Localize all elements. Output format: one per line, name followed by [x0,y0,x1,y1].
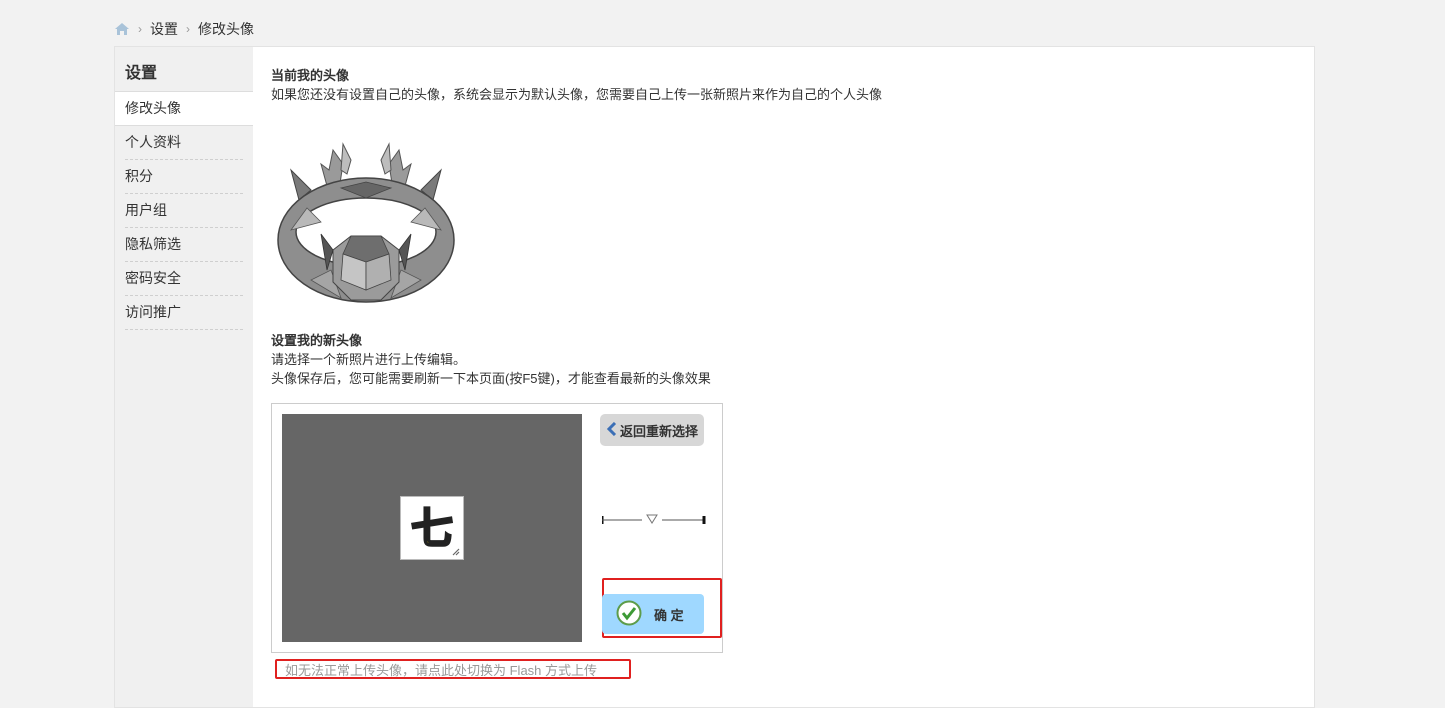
current-avatar-description: 如果您还没有设置自己的头像，系统会显示为默认头像，您需要自己上传一张新照片来作为… [271,87,883,102]
zoom-slider[interactable] [600,512,706,528]
new-avatar-instruction: 请选择一个新照片进行上传编辑。 [271,352,467,367]
confirm-button-label: 确 定 [654,607,684,623]
crop-area[interactable]: 七 [282,414,582,642]
resize-handle-icon [452,548,460,556]
sidebar: 设置 修改头像 个人资料 积分 用户组 隐私筛选 密码安全 访问推广 [115,47,253,707]
settings-panel: 设置 修改头像 个人资料 积分 用户组 隐私筛选 密码安全 访问推广 当前我的头… [114,46,1315,708]
breadcrumb-item-change-avatar[interactable]: 修改头像 [198,19,254,39]
sidebar-item-password[interactable]: 密码安全 [125,262,243,296]
main-content: 当前我的头像 如果您还没有设置自己的头像，系统会显示为默认头像，您需要自己上传一… [271,67,1271,679]
new-avatar-refresh-note: 头像保存后，您可能需要刷新一下本页面(按F5键)，才能查看最新的头像效果 [271,371,711,386]
current-avatar-image [271,130,461,320]
avatar-editor: 七 返回重新选择 确 定 [271,403,723,653]
breadcrumb: › 设置 › 修改头像 [114,18,254,40]
crop-selection[interactable]: 七 [400,496,464,560]
sidebar-item-profile[interactable]: 个人资料 [125,126,243,160]
breadcrumb-item-settings[interactable]: 设置 [150,19,178,39]
home-icon[interactable] [114,22,130,36]
sidebar-item-promotion[interactable]: 访问推广 [125,296,243,330]
confirm-button[interactable]: 确 定 [602,594,704,634]
sidebar-title: 设置 [125,65,158,82]
current-avatar-heading: 当前我的头像 [271,68,350,83]
sidebar-item-points[interactable]: 积分 [125,160,243,194]
sidebar-item-usergroup[interactable]: 用户组 [125,194,243,228]
chevron-left-icon [606,421,618,439]
slider-handle-icon [646,514,658,524]
switch-to-flash-link[interactable]: 如无法正常上传头像，请点此处切换为 Flash 方式上传 [275,659,631,679]
breadcrumb-separator: › [186,22,190,36]
breadcrumb-separator: › [138,22,142,36]
new-avatar-section: 设置我的新头像 请选择一个新照片进行上传编辑。 头像保存后，您可能需要刷新一下本… [271,332,711,388]
reselect-button[interactable]: 返回重新选择 [600,414,704,446]
check-circle-icon [616,600,642,629]
new-avatar-heading: 设置我的新头像 [271,333,363,348]
reselect-button-label: 返回重新选择 [620,423,699,439]
sidebar-item-privacy[interactable]: 隐私筛选 [125,228,243,262]
sidebar-item-change-avatar[interactable]: 修改头像 [115,91,253,126]
thumb-glyph: 七 [411,504,453,553]
